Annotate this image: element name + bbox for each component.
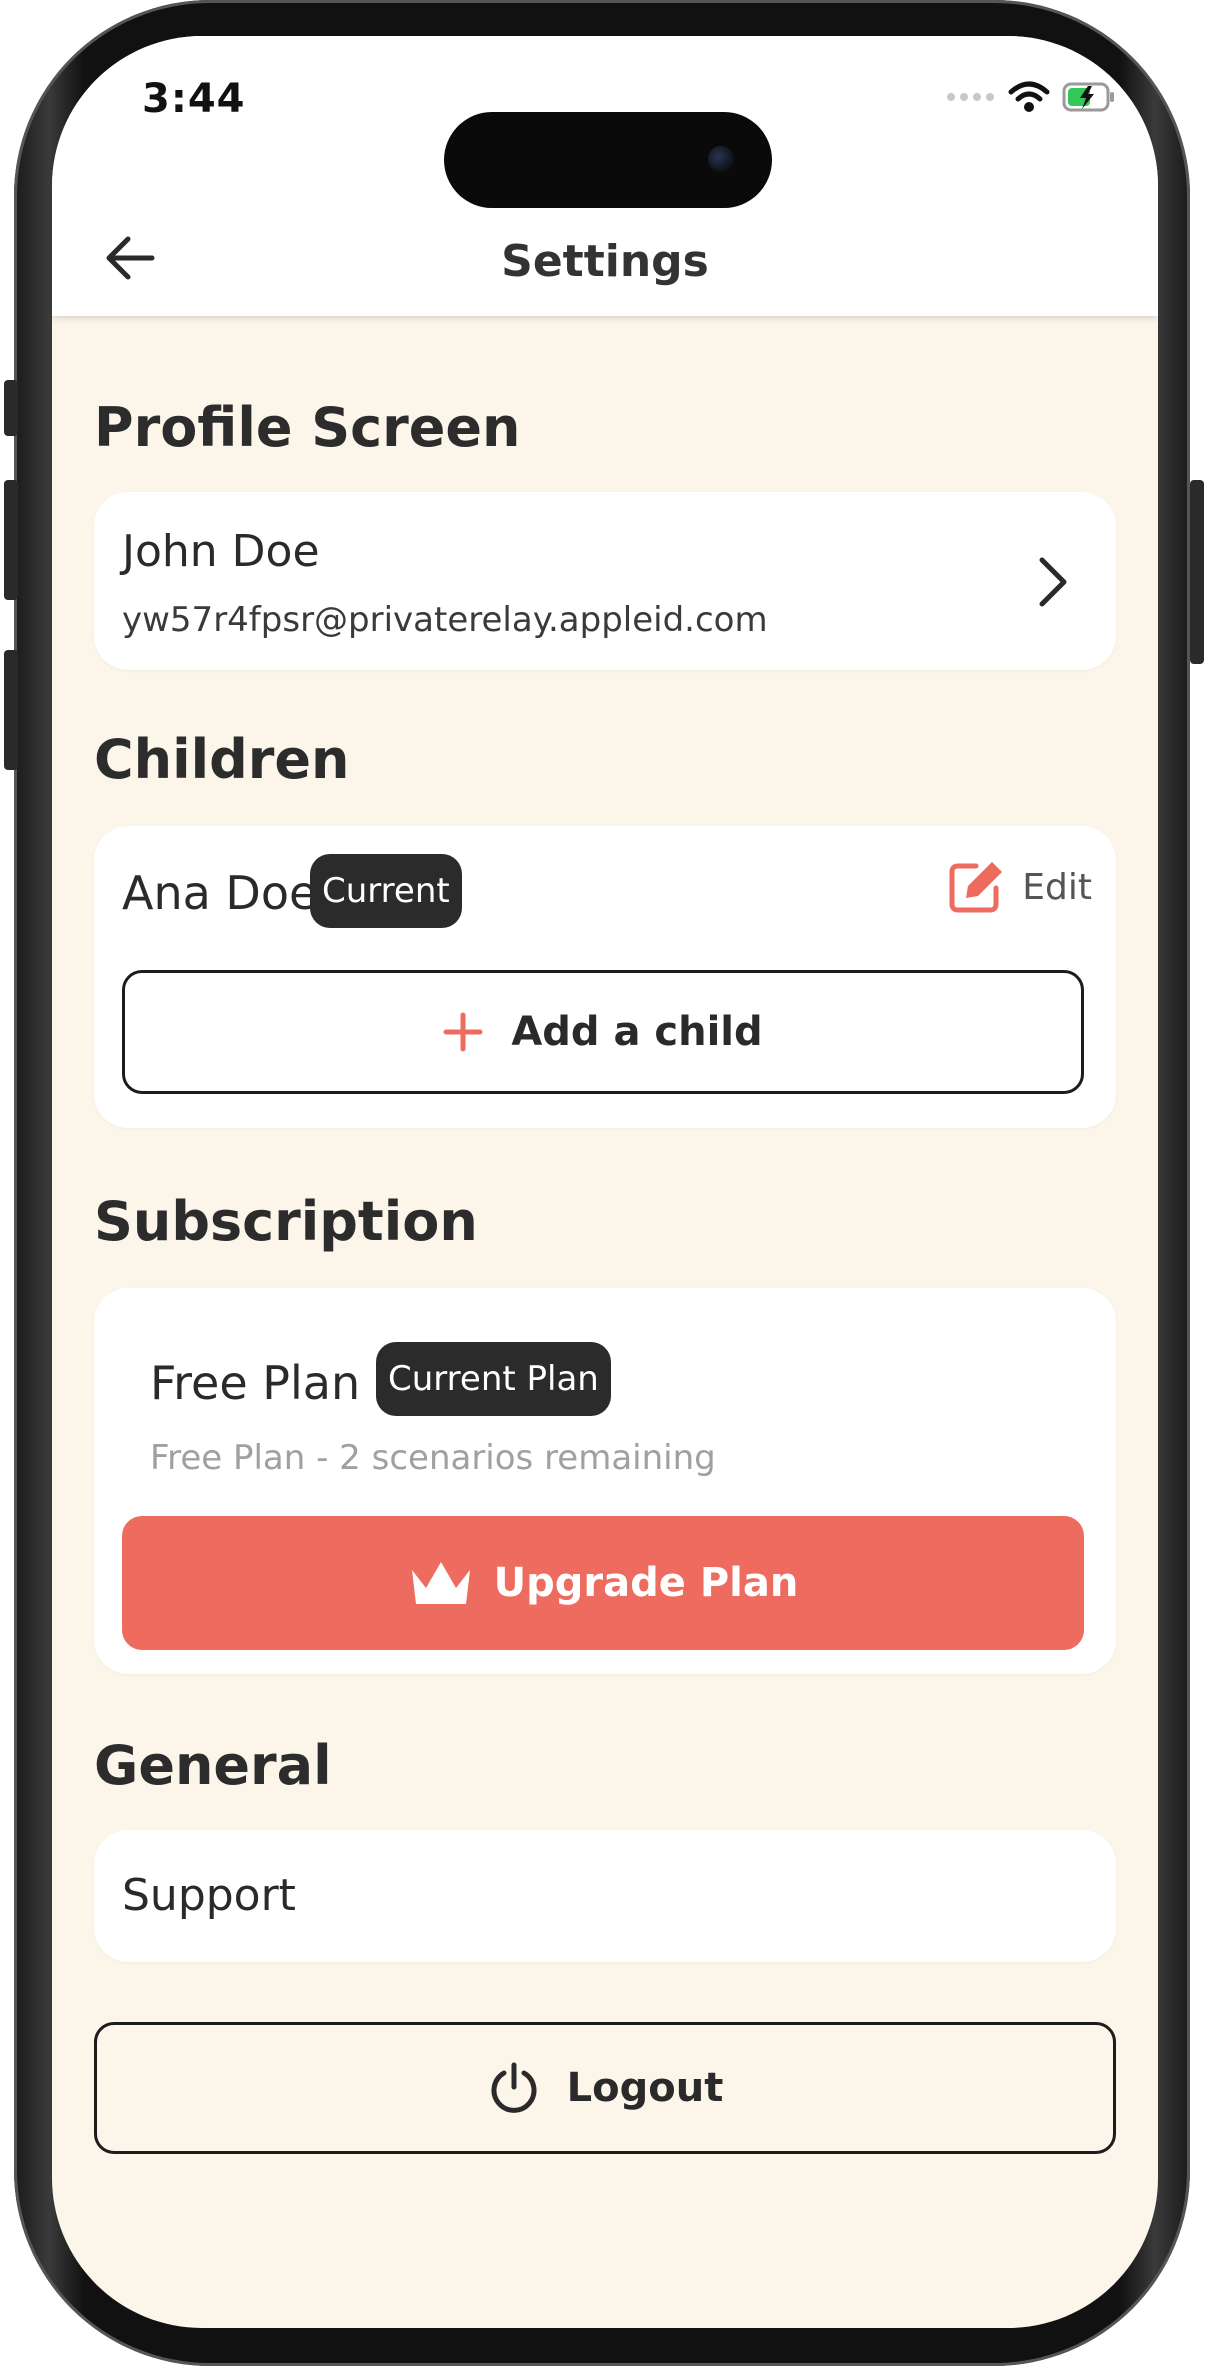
- battery-icon: [1062, 82, 1114, 112]
- wifi-icon: [1008, 81, 1050, 112]
- logout-button[interactable]: Logout: [94, 2022, 1116, 2154]
- page-title: Settings: [501, 236, 709, 287]
- subscription-section-title: Subscription: [94, 1190, 478, 1253]
- upgrade-plan-label: Upgrade Plan: [493, 1560, 799, 1606]
- edit-icon: [949, 862, 1003, 913]
- status-icons: [946, 80, 1116, 114]
- device-canvas: 3:44 Settings Profile Screen John Doe yw…: [0, 0, 1208, 2368]
- profile-card[interactable]: John Doe yw57r4fpsr@privaterelay.appleid…: [94, 492, 1116, 670]
- general-section-title: General: [94, 1734, 332, 1797]
- support-label: Support: [122, 1870, 296, 1921]
- volume-up-button: [4, 480, 18, 600]
- power-icon: [491, 2062, 537, 2113]
- top-bar: 3:44 Settings: [52, 36, 1158, 316]
- dynamic-island: [444, 112, 772, 208]
- current-plan-badge: Current Plan: [376, 1342, 611, 1416]
- plan-name: Free Plan: [150, 1356, 361, 1410]
- support-item[interactable]: Support: [94, 1830, 1116, 1962]
- plus-icon: [443, 1012, 483, 1052]
- children-section-title: Children: [94, 728, 350, 791]
- status-time: 3:44: [142, 76, 246, 122]
- logout-label: Logout: [566, 2065, 724, 2111]
- children-card: Ana Doe Current Edit Add a child: [94, 826, 1116, 1128]
- child-name: Ana Doe: [122, 866, 318, 920]
- edit-label: Edit: [1022, 866, 1092, 908]
- upgrade-plan-button[interactable]: Upgrade Plan: [122, 1516, 1084, 1650]
- plan-description: Free Plan - 2 scenarios remaining: [150, 1438, 716, 1478]
- chevron-right-icon: [1039, 557, 1067, 607]
- crown-icon: [411, 1562, 470, 1604]
- add-child-label: Add a child: [511, 1009, 763, 1055]
- add-child-button[interactable]: Add a child: [122, 970, 1084, 1094]
- signal-icon: [947, 93, 994, 101]
- volume-down-button: [4, 650, 18, 770]
- current-child-badge: Current: [310, 854, 462, 928]
- power-button: [1190, 480, 1204, 664]
- edit-child-button[interactable]: Edit: [946, 858, 1092, 916]
- profile-section-title: Profile Screen: [94, 396, 521, 459]
- phone-screen: 3:44 Settings Profile Screen John Doe yw…: [52, 36, 1158, 2328]
- subscription-card: Free Plan Current Plan Free Plan - 2 sce…: [94, 1288, 1116, 1674]
- profile-name: John Doe: [122, 526, 320, 577]
- action-button: [4, 380, 18, 436]
- profile-email: yw57r4fpsr@privaterelay.appleid.com: [122, 600, 768, 640]
- camera-icon: [708, 146, 734, 172]
